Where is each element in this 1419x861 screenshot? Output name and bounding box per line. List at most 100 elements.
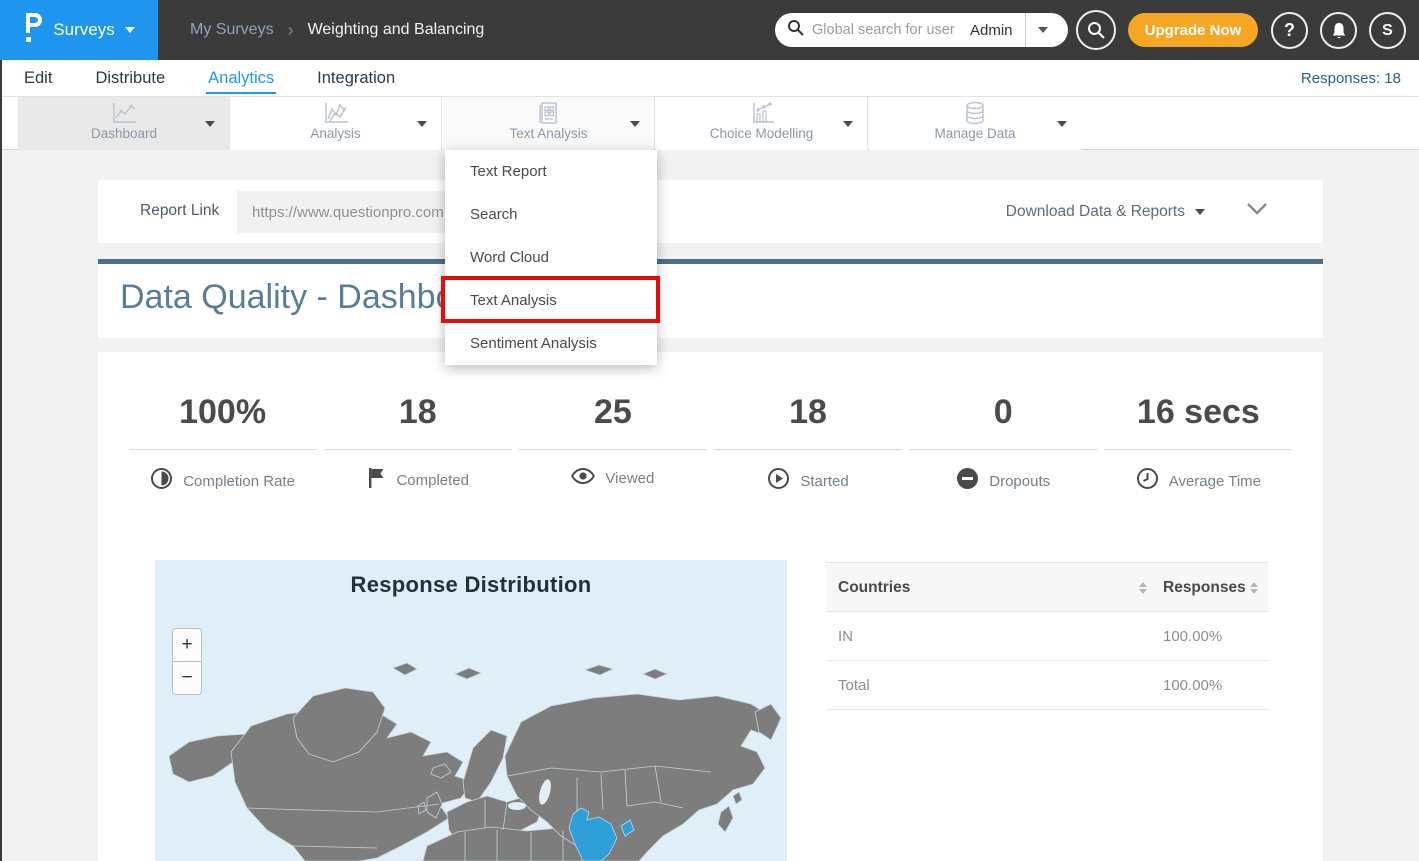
toolbar-label: Choice Modelling (710, 126, 814, 141)
download-data-reports-dropdown[interactable]: Download Data & Reports (1006, 180, 1205, 243)
scatter-chart-icon (748, 101, 776, 125)
sort-icon[interactable] (1250, 582, 1258, 594)
stat-completion-rate: 100% Completion Rate (125, 392, 320, 495)
toolbar-text-analysis[interactable]: Text Analysis (443, 97, 655, 150)
product-switcher[interactable]: Surveys (0, 0, 158, 60)
menu-item-text-report[interactable]: Text Report (445, 150, 657, 193)
avatar-initial: S (1382, 22, 1393, 40)
upgrade-now-button[interactable]: Upgrade Now (1128, 13, 1258, 47)
menu-item-sentiment-analysis[interactable]: Sentiment Analysis (445, 322, 657, 365)
report-link-bar: Report Link Download Data & Reports (98, 180, 1323, 243)
menu-item-word-cloud[interactable]: Word Cloud (445, 236, 657, 279)
survey-nav: Edit Distribute Analytics Integration Re… (0, 60, 1419, 97)
menu-item-search[interactable]: Search (445, 193, 657, 236)
stat-label: Viewed (605, 470, 654, 487)
top-header: Surveys My Surveys › Weighting and Balan… (0, 0, 1419, 60)
countries-table: Countries Responses IN 100.00% Total 100… (826, 562, 1268, 710)
table-row: IN 100.00% (826, 612, 1268, 661)
text-analysis-menu: Text Report Search Word Cloud Text Analy… (445, 150, 657, 365)
stat-value: 18 (789, 392, 827, 432)
avatar[interactable]: S (1369, 12, 1406, 49)
toolbar-label: Manage Data (934, 126, 1015, 141)
chevron-down-icon (1038, 27, 1048, 33)
chevron-down-icon (205, 121, 215, 127)
nav-item-edit[interactable]: Edit (22, 63, 54, 94)
analytics-toolbar: Dashboard Analysis Text Analysis Choice … (0, 97, 1419, 150)
stat-average-time: 16 secs Average Time (1101, 392, 1296, 495)
chevron-down-icon (630, 121, 640, 127)
header-search-button[interactable] (1076, 10, 1116, 50)
column-header-responses[interactable]: Responses (1163, 579, 1246, 597)
product-label: Surveys (53, 20, 114, 40)
search-icon (787, 19, 804, 41)
toolbar-dashboard[interactable]: Dashboard (18, 97, 230, 150)
global-search[interactable]: Admin (775, 13, 1068, 47)
global-search-input[interactable] (812, 22, 970, 38)
world-map[interactable] (155, 660, 787, 861)
responses-cell: 100.00% (1163, 628, 1222, 645)
breadcrumb: My Surveys › Weighting and Balancing (190, 0, 484, 60)
divider (909, 449, 1097, 450)
question-mark-icon: ? (1284, 20, 1295, 41)
analysis-chart-icon (322, 101, 350, 125)
divider (1104, 449, 1292, 450)
divider (129, 449, 317, 450)
database-icon (963, 101, 987, 125)
nav-item-integration[interactable]: Integration (315, 63, 397, 94)
completion-rate-icon (150, 467, 173, 495)
report-link-label: Report Link (140, 202, 219, 220)
minus-circle-icon (956, 467, 979, 495)
sort-icon[interactable] (1139, 582, 1147, 594)
chevron-down-icon (1057, 121, 1067, 127)
column-header-countries[interactable]: Countries (838, 579, 910, 597)
stat-label: Average Time (1169, 473, 1261, 490)
table-row: Total 100.00% (826, 661, 1268, 710)
table-header: Countries Responses (826, 562, 1268, 612)
chevron-down-icon (125, 27, 135, 33)
map-title: Response Distribution (155, 572, 787, 598)
toolbar-analysis[interactable]: Analysis (230, 97, 442, 150)
eye-icon (571, 467, 595, 490)
nav-item-analytics[interactable]: Analytics (206, 63, 276, 94)
line-chart-icon (110, 101, 138, 125)
stat-started: 18 Started (710, 392, 905, 495)
search-scope-dropdown-button[interactable] (1026, 13, 1060, 47)
divider (519, 449, 707, 450)
toolbar-manage-data[interactable]: Manage Data (869, 97, 1081, 150)
toolbar-label: Dashboard (91, 126, 157, 141)
stat-label: Started (800, 473, 848, 490)
map-zoom-in-button[interactable]: + (172, 628, 202, 662)
country-cell: Total (838, 677, 870, 694)
stat-value: 25 (594, 392, 632, 432)
toolbar-choice-modelling[interactable]: Choice Modelling (656, 97, 868, 150)
responses-cell: 100.00% (1163, 677, 1222, 694)
text-report-icon (537, 101, 561, 125)
menu-item-text-analysis[interactable]: Text Analysis (445, 279, 657, 322)
collapse-panel-button[interactable] (1246, 202, 1268, 221)
chevron-down-icon (1246, 202, 1268, 216)
search-icon (1087, 21, 1105, 39)
search-scope-selector[interactable]: Admin (970, 22, 1025, 39)
app-screen: Surveys My Surveys › Weighting and Balan… (0, 0, 1419, 861)
clock-icon (1136, 467, 1159, 495)
stat-value: 0 (994, 392, 1013, 432)
stat-dropouts: 0 Dropouts (906, 392, 1101, 495)
country-cell: IN (838, 628, 853, 645)
nav-item-distribute[interactable]: Distribute (93, 63, 167, 94)
stats-row: 100% Completion Rate 18 Completed (125, 392, 1296, 495)
stat-completed: 18 Completed (320, 392, 515, 495)
questionpro-logo-icon (23, 13, 43, 48)
help-button[interactable]: ? (1271, 12, 1308, 49)
stat-label: Completion Rate (183, 473, 295, 490)
window-edge (0, 60, 2, 861)
stat-label: Dropouts (989, 473, 1050, 490)
stat-value: 16 secs (1137, 392, 1260, 432)
stat-value: 100% (179, 392, 266, 432)
response-distribution-map: Response Distribution + − (155, 560, 787, 861)
play-circle-icon (767, 467, 790, 495)
title-panel: Data Quality - Dashboard (98, 264, 1323, 338)
notifications-button[interactable] (1320, 12, 1357, 49)
breadcrumb-separator-icon: › (288, 20, 294, 41)
breadcrumb-parent[interactable]: My Surveys (190, 21, 274, 39)
divider (324, 449, 512, 450)
